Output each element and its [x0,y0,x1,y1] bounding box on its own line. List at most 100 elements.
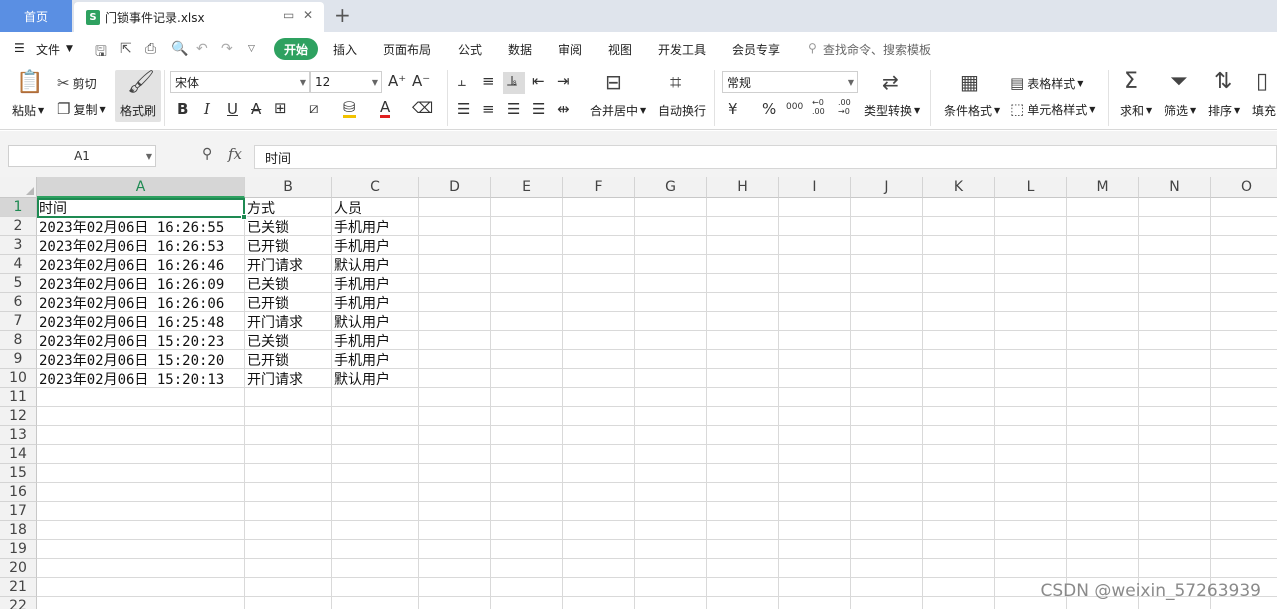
align-top-icon[interactable]: ⫠ [457,72,466,90]
row-header-21[interactable]: 21 [0,578,37,597]
redo-icon[interactable]: ↷ [221,41,233,57]
menu-page-layout[interactable]: 页面布局 [383,41,431,58]
row-header-3[interactable]: 3 [0,236,37,255]
hamburger-icon[interactable]: ☰ [14,41,25,55]
justify-icon[interactable]: ☰ [532,100,545,118]
table-style-button[interactable]: ▤ 表格样式 ▼ [1010,74,1083,92]
thousands-button[interactable]: 000 [786,102,803,112]
row-header-17[interactable]: 17 [0,502,37,521]
cell-c4[interactable]: 默认用户 [332,255,419,274]
row-header-8[interactable]: 8 [0,331,37,350]
align-right-icon[interactable]: ☰ [507,100,520,118]
cell-a10[interactable]: 2023年02月06日 15:20:13 [37,369,245,388]
column-header-c[interactable]: C [332,177,419,198]
conditional-format-button[interactable]: 条件格式 ▼ [944,102,1000,119]
row-header-16[interactable]: 16 [0,483,37,502]
column-header-k[interactable]: K [923,177,995,198]
italic-button[interactable]: I [204,100,210,118]
border-icon[interactable]: ⊞ [274,99,287,117]
cell-b4[interactable]: 开门请求 [245,255,332,274]
decrease-font-icon[interactable]: A⁻ [412,72,430,90]
paste-button[interactable]: 粘贴 ▼ [12,102,44,119]
cell-a4[interactable]: 2023年02月06日 16:26:46 [37,255,245,274]
column-header-i[interactable]: I [779,177,851,198]
strikethrough-button[interactable]: A [251,100,261,118]
column-header-g[interactable]: G [635,177,707,198]
increase-indent-icon[interactable]: ⇥ [557,72,570,90]
fill-button[interactable]: 填充 [1252,102,1276,119]
wrap-text-button[interactable]: 自动换行 [658,102,706,119]
eraser-icon[interactable]: ⌫ [412,99,433,117]
undo-icon[interactable]: ↶ [196,41,208,57]
column-header-l[interactable]: L [995,177,1067,198]
cell-b2[interactable]: 已关锁 [245,217,332,236]
align-bottom-icon[interactable]: ⫡ [507,72,517,90]
customize-icon[interactable]: ▽ [248,44,255,54]
cell-c7[interactable]: 默认用户 [332,312,419,331]
font-size-select[interactable]: 12 ▼ [310,71,382,93]
bold-button[interactable]: B [177,100,188,118]
wrap-text-icon[interactable]: ⌗ [670,70,681,94]
cell-c5[interactable]: 手机用户 [332,274,419,293]
column-header-e[interactable]: E [491,177,563,198]
fill-icon[interactable]: ▯ [1256,69,1268,94]
row-header-4[interactable]: 4 [0,255,37,274]
row-header-13[interactable]: 13 [0,426,37,445]
cell-b7[interactable]: 开门请求 [245,312,332,331]
menu-home[interactable]: 开始 [274,38,318,60]
decrease-decimal-button[interactable]: .00 →0 [838,98,858,116]
chevron-down-icon[interactable]: ▼ [66,44,73,54]
cell-a6[interactable]: 2023年02月06日 16:26:06 [37,293,245,312]
menu-file[interactable]: 文件 [36,41,60,58]
row-header-19[interactable]: 19 [0,540,37,559]
align-middle-icon[interactable]: ≡ [482,72,495,90]
row-header-11[interactable]: 11 [0,388,37,407]
align-left-icon[interactable]: ☰ [457,100,470,118]
percent-button[interactable]: % [762,100,776,118]
menu-insert[interactable]: 插入 [333,41,357,58]
row-header-10[interactable]: 10 [0,369,37,388]
cell-c9[interactable]: 手机用户 [332,350,419,369]
row-header-6[interactable]: 6 [0,293,37,312]
merge-center-button[interactable]: 合并居中 ▼ [590,102,646,119]
currency-button[interactable]: ¥ [728,100,738,118]
row-header-2[interactable]: 2 [0,217,37,236]
cell-style-button[interactable]: ⬚ 单元格样式 ▼ [1010,100,1095,118]
conditional-format-icon[interactable]: ▦ [960,70,979,94]
cell-b5[interactable]: 已关锁 [245,274,332,293]
fill-handle[interactable] [241,214,247,220]
menu-member[interactable]: 会员专享 [732,41,780,58]
cell-a8[interactable]: 2023年02月06日 15:20:23 [37,331,245,350]
save-icon[interactable]: 🖫 [95,41,107,65]
cell-b8[interactable]: 已关锁 [245,331,332,350]
type-convert-button[interactable]: 类型转换 ▼ [864,102,920,119]
cell-b10[interactable]: 开门请求 [245,369,332,388]
command-search[interactable]: 查找命令、搜索模板 [823,41,931,58]
row-header-15[interactable]: 15 [0,464,37,483]
cell-a7[interactable]: 2023年02月06日 16:25:48 [37,312,245,331]
align-center-icon[interactable]: ≡ [482,100,495,118]
cell-c1[interactable]: 人员 [332,198,419,217]
row-header-20[interactable]: 20 [0,559,37,578]
cell-b3[interactable]: 已开锁 [245,236,332,255]
underline-button[interactable]: U [227,100,238,118]
row-header-22[interactable]: 22 [0,597,37,609]
menu-review[interactable]: 审阅 [558,41,582,58]
cell-c8[interactable]: 手机用户 [332,331,419,350]
tab-home[interactable]: 首页 [0,0,72,32]
column-header-h[interactable]: H [707,177,779,198]
paste-icon[interactable]: 📋 [16,70,43,95]
print-preview-icon[interactable]: 🔍 [171,41,188,57]
cell-b6[interactable]: 已开锁 [245,293,332,312]
filter-button[interactable]: 筛选 ▼ [1164,102,1196,119]
filter-icon[interactable]: ⏷ [1170,69,1188,94]
sum-icon[interactable]: Σ [1124,69,1138,94]
decrease-indent-icon[interactable]: ⇤ [532,72,545,90]
cell-c6[interactable]: 手机用户 [332,293,419,312]
sort-button[interactable]: 排序 ▼ [1208,102,1240,119]
font-name-select[interactable]: 宋体 ▼ [170,71,310,93]
menu-developer[interactable]: 开发工具 [658,41,706,58]
row-header-7[interactable]: 7 [0,312,37,331]
select-all-corner[interactable] [0,177,37,198]
window-restore-icon[interactable]: ▭ [283,8,294,22]
